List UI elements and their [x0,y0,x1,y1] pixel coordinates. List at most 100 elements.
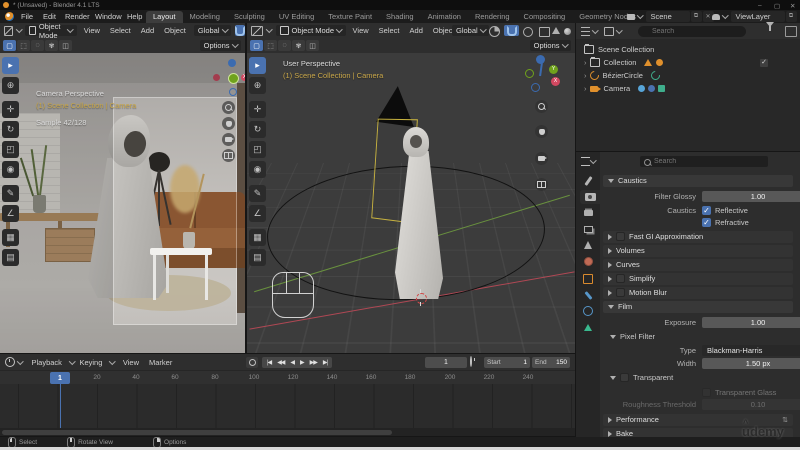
current-frame-field[interactable]: 1 [425,356,467,368]
tool-annotate[interactable]: ✎ [2,185,19,202]
editor-type-icon[interactable] [251,25,263,36]
gizmo-z-axis-neg[interactable] [531,83,540,92]
show-overlays-icon[interactable] [539,27,550,37]
section-film[interactable]: Film [600,300,796,313]
tool-annotate[interactable]: ✎ [249,185,266,202]
tab-modeling[interactable]: Modeling [183,11,227,23]
camera-view-icon[interactable] [535,152,548,165]
play-button[interactable]: ▶ [297,359,307,366]
tool-rotate[interactable]: ↻ [2,121,19,138]
outliner-editor[interactable]: Scene Collection › Collection ✓ › Bézier… [576,22,800,151]
menu-view[interactable]: View [348,26,374,35]
expand-arrow-icon[interactable]: › [584,84,587,93]
reflective-checkbox[interactable]: ✓ [702,206,711,215]
menu-help[interactable]: Help [122,12,147,21]
tab-texture-paint[interactable]: Texture Paint [321,11,379,23]
tool-move[interactable]: ✛ [2,101,19,118]
timeline-ruler[interactable]: 20 40 60 80 100 120 140 160 180 200 220 … [0,370,575,384]
section-volumes[interactable]: Volumes [600,244,796,257]
minimize-button[interactable]: – [758,2,762,9]
select-mode-tweak[interactable]: ▢ [250,40,263,51]
outliner-row-bezier-circle[interactable]: › BézierCircle [576,69,800,82]
transform-orientation-dropdown[interactable]: Global [193,25,231,36]
tab-shading[interactable]: Shading [379,11,421,23]
copy-view-layer-button[interactable]: ⧉ [785,11,797,22]
mode-dropdown[interactable]: Object Mode [275,25,346,36]
tab-modifiers[interactable] [579,288,597,302]
menu-view[interactable]: View [79,26,105,35]
tool-measure[interactable]: ∠ [2,205,19,222]
proportional-editing-icon[interactable] [523,27,533,37]
roughness-threshold-field[interactable]: 0.10 [702,399,800,410]
browse-scene-chevron-icon[interactable] [637,12,644,19]
section-simplify[interactable]: Simplify [600,272,796,285]
zoom-icon[interactable] [535,100,548,113]
menu-select[interactable]: Select [374,26,405,35]
exclude-checkbox[interactable]: ✓ [760,58,768,67]
filter-glossy-field[interactable]: 1.00 [702,191,800,202]
tool-transform[interactable]: ◉ [2,161,19,178]
properties-editor[interactable]: Caustics Filter Glossy 1.00 Caustics ✓ Refl… [576,152,800,440]
tool-select-box[interactable]: ▸ [2,57,19,74]
tool-cursor[interactable]: ⊕ [2,77,19,94]
exposure-field[interactable]: 1.00 [702,317,800,328]
gizmo-x-axis[interactable]: X [241,74,245,81]
tab-sculpting[interactable]: Sculpting [227,11,272,23]
maximize-button[interactable]: ▢ [774,2,780,10]
menu-edit[interactable]: Edit [38,12,61,21]
new-collection-button[interactable] [785,26,797,37]
tab-output[interactable] [579,206,597,220]
pixel-filter-type-dropdown[interactable]: Blackman-Harris [702,345,800,356]
tab-object[interactable] [579,272,597,286]
subsection-pixel-filter[interactable]: Pixel Filter [600,330,796,343]
outliner-row-camera[interactable]: › Camera [576,82,800,95]
scene-icon[interactable] [627,13,635,20]
outliner-search-input[interactable] [638,25,746,37]
menu-add[interactable]: Add [405,26,428,35]
motion-blur-checkbox[interactable] [616,288,625,297]
outliner-editor-icon[interactable] [581,26,590,36]
titlebar[interactable]: * (Unsaved) - Blender 4.1 LTS – ▢ ✕ [0,0,800,10]
playhead-badge[interactable]: 1 [50,372,70,384]
tab-scene[interactable] [579,238,597,252]
outliner-editor-chevron-icon[interactable] [592,26,599,34]
tool-add-primitive[interactable]: ▤ [2,249,19,266]
select-mode-tweak[interactable]: ▢ [3,40,16,51]
display-mode-chevron-icon[interactable] [615,26,622,34]
menu-marker[interactable]: Marker [144,358,177,367]
select-mode-circle[interactable]: ◌ [278,40,291,51]
mode-dropdown[interactable]: Object Mode [25,23,77,40]
camera-view-icon[interactable] [222,133,235,146]
select-mode-pick[interactable]: ◫ [306,40,319,51]
render-view-canvas[interactable]: Camera Perspective (1) Scene Collection … [0,53,245,353]
menu-add[interactable]: Add [136,26,159,35]
options-dropdown[interactable]: Options [529,40,571,51]
tab-layout[interactable]: Layout [146,10,183,23]
outliner-row-collection[interactable]: › Collection ✓ [576,56,800,69]
playhead-line[interactable] [59,384,61,428]
section-curves[interactable]: Curves [600,258,796,271]
jump-to-end-button[interactable]: ▶| [320,359,330,366]
properties-search-input[interactable] [640,156,768,167]
viewport-user[interactable]: Object Mode View Select Add Object Globa… [247,23,575,353]
play-reverse-button[interactable]: ◀ [287,359,297,366]
tool-add-cube[interactable]: ▦ [2,229,19,246]
viewport-3d-canvas[interactable]: User Perspective (1) Scene Collection | … [247,53,575,353]
width-field[interactable]: 1.50 px [702,358,800,369]
new-scene-button[interactable]: ⧉ [690,11,702,22]
tool-rotate[interactable]: ↻ [249,121,266,138]
timeline-editor-icon[interactable] [5,357,15,367]
view-layer-name-field[interactable]: ViewLayer [730,11,785,22]
tab-view-layer[interactable] [579,222,597,236]
next-keyframe-button[interactable]: ▶▶ [307,359,320,366]
tool-move[interactable]: ✛ [249,101,266,118]
pan-icon[interactable] [535,125,548,138]
tab-animation[interactable]: Animation [421,11,468,23]
orthographic-toggle-icon[interactable] [535,178,548,191]
gizmo-z-axis[interactable] [536,55,545,64]
select-mode-lasso[interactable]: ✾ [292,40,305,51]
browse-view-layer-chevron-icon[interactable] [722,12,729,19]
tool-scale[interactable]: ◰ [2,141,19,158]
menu-select[interactable]: Select [105,26,136,35]
section-fast-gi[interactable]: Fast GI Approximation [600,230,796,243]
